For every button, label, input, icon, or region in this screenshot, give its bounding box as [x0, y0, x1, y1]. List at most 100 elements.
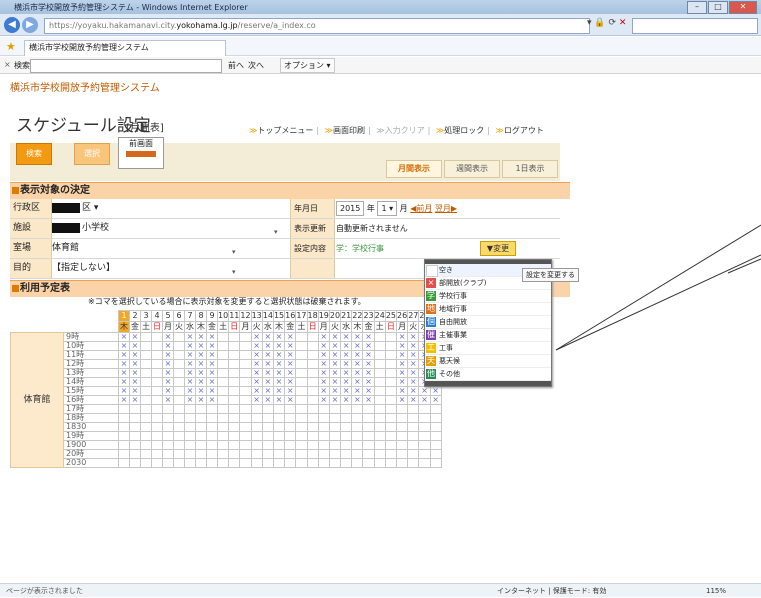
purpose-dropdown-icon[interactable]: ▾: [232, 268, 236, 276]
schedule-cell[interactable]: [173, 440, 185, 450]
schedule-cell[interactable]: [184, 458, 196, 468]
schedule-cell[interactable]: [140, 377, 152, 387]
schedule-cell[interactable]: [340, 422, 353, 432]
schedule-cell[interactable]: [239, 458, 252, 468]
schedule-cell[interactable]: [317, 404, 330, 414]
schedule-cell[interactable]: [351, 413, 364, 423]
schedule-cell[interactable]: [429, 431, 442, 441]
schedule-cell[interactable]: ×: [407, 395, 420, 405]
schedule-cell[interactable]: [173, 422, 185, 432]
schedule-cell[interactable]: ×: [129, 395, 141, 405]
tab-daily[interactable]: 1日表示: [502, 160, 558, 178]
schedule-cell[interactable]: [351, 458, 364, 468]
schedule-cell[interactable]: ×: [395, 395, 409, 405]
schedule-cell[interactable]: [173, 386, 185, 396]
schedule-cell[interactable]: [407, 458, 420, 468]
schedule-cell[interactable]: [216, 449, 230, 459]
schedule-cell[interactable]: [407, 449, 420, 459]
tab-weekly[interactable]: 週間表示: [444, 160, 500, 178]
schedule-cell[interactable]: [129, 440, 141, 450]
schedule-cell[interactable]: [284, 440, 297, 450]
schedule-cell[interactable]: ×: [328, 395, 342, 405]
schedule-cell[interactable]: [362, 440, 375, 450]
schedule-cell[interactable]: [239, 449, 252, 459]
schedule-cell[interactable]: [140, 386, 152, 396]
schedule-cell[interactable]: [195, 440, 207, 450]
schedule-cell[interactable]: [328, 404, 342, 414]
schedule-cell[interactable]: [384, 332, 398, 342]
schedule-cell[interactable]: [195, 458, 207, 468]
schedule-cell[interactable]: [395, 404, 409, 414]
schedule-cell[interactable]: [162, 449, 174, 459]
schedule-cell[interactable]: [272, 431, 286, 441]
schedule-cell[interactable]: [295, 404, 308, 414]
schedule-cell[interactable]: [429, 458, 442, 468]
schedule-cell[interactable]: [184, 422, 196, 432]
browser-search-input[interactable]: [632, 18, 758, 34]
schedule-cell[interactable]: [407, 413, 420, 423]
schedule-cell[interactable]: [272, 449, 286, 459]
schedule-cell[interactable]: [239, 341, 252, 351]
schedule-cell[interactable]: [239, 377, 252, 387]
schedule-cell[interactable]: [328, 449, 342, 459]
schedule-cell[interactable]: [418, 458, 431, 468]
schedule-cell[interactable]: [129, 404, 141, 414]
schedule-cell[interactable]: [216, 404, 230, 414]
schedule-cell[interactable]: ×: [418, 395, 431, 405]
minimize-button[interactable]: –: [687, 1, 707, 14]
schedule-cell[interactable]: [295, 359, 308, 369]
schedule-cell[interactable]: [362, 431, 375, 441]
schedule-cell[interactable]: [306, 431, 319, 441]
schedule-cell[interactable]: [250, 458, 263, 468]
schedule-cell[interactable]: [384, 377, 398, 387]
schedule-cell[interactable]: [362, 422, 375, 432]
schedule-cell[interactable]: [140, 359, 152, 369]
day-header[interactable]: 1: [118, 310, 130, 322]
schedule-cell[interactable]: [239, 386, 252, 396]
back-button[interactable]: ◀: [4, 17, 20, 33]
schedule-cell[interactable]: ×: [317, 395, 330, 405]
schedule-cell[interactable]: [328, 422, 342, 432]
schedule-cell[interactable]: [407, 431, 420, 441]
schedule-cell[interactable]: [340, 431, 353, 441]
schedule-cell[interactable]: ×: [195, 395, 207, 405]
schedule-cell[interactable]: [295, 386, 308, 396]
schedule-cell[interactable]: [162, 440, 174, 450]
schedule-cell[interactable]: [151, 449, 163, 459]
schedule-cell[interactable]: [362, 458, 375, 468]
schedule-cell[interactable]: [284, 431, 297, 441]
schedule-cell[interactable]: [418, 431, 431, 441]
schedule-cell[interactable]: [373, 422, 386, 432]
nav-clear[interactable]: 入力クリア: [385, 126, 425, 135]
dropdown-icon[interactable]: ▾: [587, 18, 592, 28]
schedule-cell[interactable]: [418, 440, 431, 450]
schedule-cell[interactable]: [261, 422, 274, 432]
schedule-cell[interactable]: [418, 422, 431, 432]
schedule-cell[interactable]: [216, 332, 230, 342]
day-header[interactable]: 10: [216, 310, 230, 322]
dropdown-item[interactable]: 催主催事業: [425, 329, 551, 342]
stop-icon[interactable]: ✕: [619, 18, 627, 28]
day-header[interactable]: 17: [295, 310, 308, 322]
schedule-cell[interactable]: [216, 413, 230, 423]
schedule-cell[interactable]: [317, 449, 330, 459]
schedule-cell[interactable]: ×: [250, 395, 263, 405]
schedule-cell[interactable]: [195, 413, 207, 423]
schedule-cell[interactable]: [317, 413, 330, 423]
schedule-cell[interactable]: [228, 332, 241, 342]
browser-tab[interactable]: 横浜市学校開放予約管理システム: [24, 40, 226, 56]
schedule-cell[interactable]: [239, 368, 252, 378]
find-prev-button[interactable]: 前へ: [228, 60, 244, 71]
schedule-cell[interactable]: [162, 404, 174, 414]
prev-month-link[interactable]: ◀前月: [410, 204, 432, 213]
schedule-cell[interactable]: [206, 431, 218, 441]
day-header[interactable]: 16: [284, 310, 297, 322]
dropdown-item[interactable]: 地地域行事: [425, 303, 551, 316]
schedule-cell[interactable]: [140, 458, 152, 468]
close-button[interactable]: ✕: [729, 1, 757, 14]
room-dropdown-icon[interactable]: ▾: [232, 248, 236, 256]
schedule-cell[interactable]: [206, 458, 218, 468]
schedule-cell[interactable]: [151, 359, 163, 369]
forward-button[interactable]: ▶: [22, 17, 38, 33]
day-header[interactable]: 13: [250, 310, 263, 322]
